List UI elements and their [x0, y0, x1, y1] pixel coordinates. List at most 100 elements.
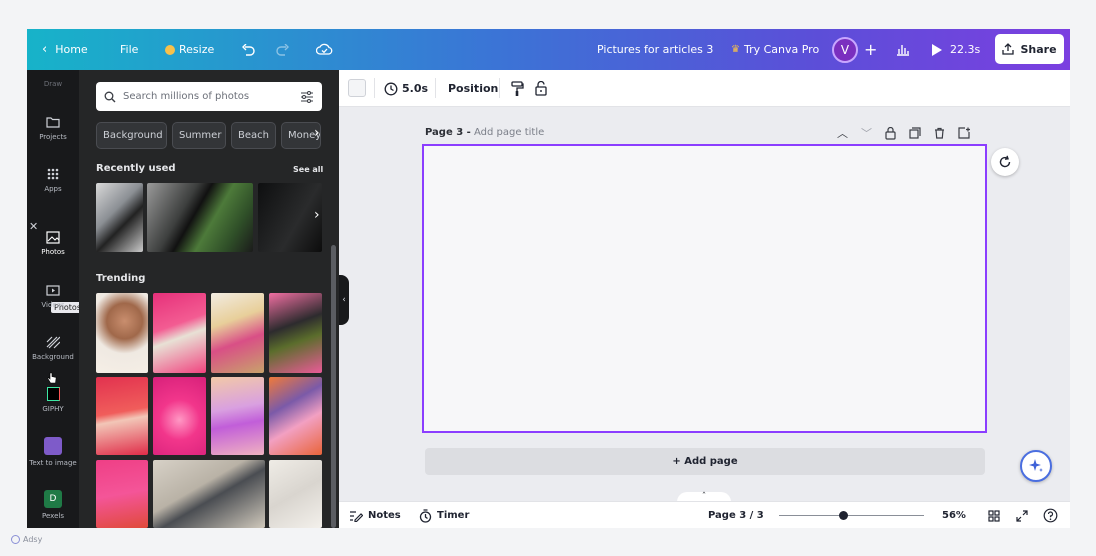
- present-button[interactable]: 22.3s: [932, 29, 980, 70]
- panel-collapse-handle[interactable]: ‹: [339, 70, 349, 528]
- try-canva-pro-button[interactable]: ♛ Try Canva Pro: [731, 29, 819, 70]
- trending-photo-1[interactable]: [96, 293, 148, 373]
- search-placeholder: Search millions of photos: [123, 91, 250, 102]
- see-all-link[interactable]: See all: [293, 165, 323, 174]
- chevron-left-icon: ‹: [42, 42, 48, 57]
- avatar[interactable]: V: [832, 37, 858, 63]
- crown-icon: ♛: [731, 44, 740, 55]
- design-title[interactable]: Pictures for articles 3: [597, 29, 713, 70]
- page-header: Page 3 - Add page title: [425, 127, 544, 138]
- page-duration-button[interactable]: 5.0s: [384, 70, 428, 107]
- notes-button[interactable]: Notes: [349, 502, 401, 528]
- zoom-slider-handle[interactable]: [839, 511, 848, 520]
- folder-icon: [27, 114, 79, 130]
- grid-view-icon[interactable]: [988, 502, 1000, 528]
- trending-photo-8[interactable]: [269, 377, 322, 455]
- page-actions: ︿ ﹀: [837, 125, 970, 141]
- cloud-saved-icon[interactable]: [316, 29, 333, 70]
- lock-icon[interactable]: [885, 126, 896, 140]
- recent-photo-tablet[interactable]: [147, 183, 253, 252]
- filter-icon[interactable]: [300, 90, 314, 103]
- timer-icon: [419, 508, 432, 523]
- share-button[interactable]: Share: [995, 34, 1064, 64]
- trending-photo-9[interactable]: [96, 460, 148, 528]
- lock-icon[interactable]: [535, 70, 547, 107]
- page-indicator[interactable]: Page 3 / 3: [708, 502, 764, 528]
- trending-photo-4[interactable]: [269, 293, 322, 373]
- clock-icon: [384, 82, 398, 95]
- paint-roller-icon[interactable]: [511, 70, 524, 107]
- trending-photo-7[interactable]: [211, 377, 264, 455]
- chevron-right-icon[interactable]: ›: [314, 125, 320, 141]
- trending-photo-5[interactable]: [96, 377, 148, 455]
- rail-item-text-to-image[interactable]: Text to image: [27, 436, 79, 467]
- divider: [499, 78, 500, 98]
- top-bar: ‹ Home File Resize Pictures for articles…: [27, 29, 1070, 70]
- crown-icon: [165, 44, 175, 55]
- trending-photo-11[interactable]: [269, 460, 322, 528]
- background-pattern-icon: [27, 334, 79, 350]
- page-title-input[interactable]: Add page title: [474, 127, 544, 138]
- zoom-slider[interactable]: [779, 515, 924, 516]
- trending-photo-3[interactable]: [211, 293, 264, 373]
- trending-heading: Trending: [96, 273, 146, 284]
- text-to-image-icon: [27, 436, 79, 456]
- rail-item-projects[interactable]: Projects: [27, 114, 79, 141]
- play-icon: [932, 43, 942, 56]
- redo-icon[interactable]: [276, 29, 290, 70]
- share-icon: [1002, 43, 1015, 55]
- duplicate-page-icon[interactable]: [909, 127, 921, 139]
- rail-item-giphy[interactable]: GIPHY: [27, 386, 79, 413]
- rail-item-photos[interactable]: Photos: [27, 229, 79, 256]
- magic-assistant-button[interactable]: [1020, 450, 1052, 482]
- adsy-logo-icon: [11, 535, 20, 544]
- divider: [374, 78, 375, 98]
- trending-photo-6[interactable]: [153, 377, 206, 455]
- notes-icon: [350, 510, 363, 522]
- apps-grid-icon: [27, 166, 79, 182]
- trash-icon[interactable]: [934, 127, 945, 139]
- help-icon[interactable]: [1043, 502, 1058, 528]
- chip-summer[interactable]: Summer: [172, 122, 226, 149]
- chevron-down-icon[interactable]: ﹀: [861, 125, 872, 141]
- giphy-icon: [27, 386, 79, 402]
- image-icon: [27, 229, 79, 245]
- analytics-icon[interactable]: [896, 29, 910, 70]
- timer-button[interactable]: Timer: [419, 502, 469, 528]
- chevron-right-icon[interactable]: ›: [314, 207, 320, 223]
- undo-icon[interactable]: [241, 29, 255, 70]
- file-menu[interactable]: File: [120, 29, 138, 70]
- chevron-left-icon: ‹: [339, 275, 349, 325]
- rail-item-background[interactable]: Background: [27, 334, 79, 361]
- search-icon: [104, 91, 116, 102]
- recent-photo-phone[interactable]: [96, 183, 143, 252]
- resize-button[interactable]: Resize: [165, 29, 214, 70]
- search-input[interactable]: Search millions of photos: [96, 82, 322, 111]
- rail-item-videos[interactable]: Videos: [27, 282, 79, 309]
- app-window: ‹ Home File Resize Pictures for articles…: [27, 29, 1070, 528]
- chip-beach[interactable]: Beach: [231, 122, 276, 149]
- rail-item-apps[interactable]: Apps: [27, 166, 79, 193]
- refresh-comment-button[interactable]: [991, 148, 1019, 176]
- panel-scrollbar[interactable]: [331, 245, 336, 528]
- chevron-up-icon[interactable]: ︿: [837, 125, 848, 141]
- design-canvas[interactable]: [422, 144, 987, 433]
- add-collaborator-icon[interactable]: +: [864, 29, 877, 70]
- background-color-swatch[interactable]: [348, 79, 366, 97]
- trending-photo-10[interactable]: [153, 460, 265, 528]
- rail-item-draw[interactable]: Draw: [27, 80, 79, 88]
- add-page-button[interactable]: + Add page: [425, 448, 985, 475]
- editor-toolbar: 5.0s Position: [339, 70, 1070, 107]
- recent-photo-dark[interactable]: [258, 183, 322, 252]
- recently-used-heading: Recently used: [96, 163, 176, 174]
- rail-item-pexels[interactable]: D Pexels: [27, 489, 79, 520]
- side-rail: Draw Projects Apps ✕ Photos Photos Video…: [27, 70, 84, 528]
- fullscreen-icon[interactable]: [1016, 502, 1028, 528]
- position-button[interactable]: Position: [448, 70, 498, 107]
- zoom-level[interactable]: 56%: [942, 502, 966, 528]
- trending-photo-2[interactable]: [153, 293, 206, 373]
- chip-background[interactable]: Background: [96, 122, 167, 149]
- bottom-bar: Notes Timer Page 3 / 3 56%: [339, 501, 1070, 528]
- add-page-icon[interactable]: [958, 127, 970, 139]
- home-button[interactable]: ‹ Home: [42, 29, 88, 70]
